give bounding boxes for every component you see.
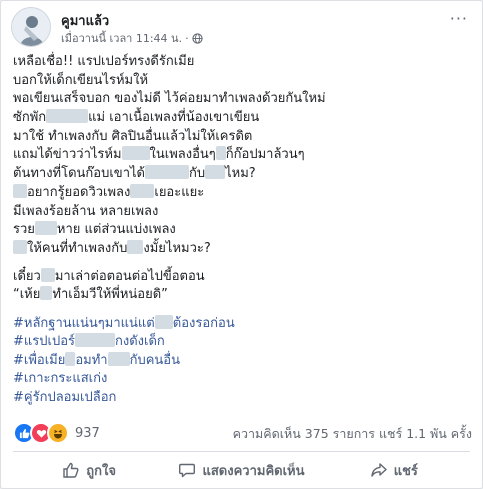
blurred-text — [154, 314, 173, 329]
more-options-button[interactable]: ··· — [450, 9, 468, 28]
blurred-text — [130, 183, 155, 198]
text-segment: แม่ เอาเนื้อเพลงที่น้องเขาเขียน — [88, 110, 260, 126]
blurred-text — [144, 165, 189, 180]
blurred-text — [205, 165, 226, 180]
post-line: พอเขียนเสร็จบอก ของไม่ดี ไว้ค่อยมาทำเพลง… — [13, 90, 473, 109]
text-segment: กับ — [188, 166, 206, 182]
text-segment: มาเล่าต่อตอนต่อไปขี้อตอน — [54, 268, 205, 284]
text-segment: แถมได้ข่าวว่าไรห์ม — [13, 147, 122, 163]
blurred-text — [65, 351, 76, 366]
text-segment: ต้องรอก่อน — [172, 315, 235, 331]
text-segment: อมทำ — [75, 352, 108, 368]
post-line: มีเพลงร้อยล้าน หลายเพลง — [13, 203, 473, 222]
post-timestamp[interactable]: เมื่อวานนี้ เวลา 11:44 น. — [61, 29, 182, 47]
like-button[interactable]: ถูกใจ — [13, 453, 165, 487]
text-segment: บอกให้เด็กเขียนไรห์มให้ — [13, 72, 149, 88]
text-segment: มีเพลงร้อยล้าน หลายเพลง — [13, 203, 159, 219]
post-line: เดี๋ยว มาเล่าต่อตอนต่อไปขี้อตอน — [13, 267, 473, 287]
comments-shares-count[interactable]: ความคิดเห็น 375 รายการ แชร์ 1.1 พัน ครั้… — [233, 424, 472, 444]
post-header: คูมาแล้ว เมื่อวานนี้ เวลา 11:44 น. · ··· — [11, 7, 472, 47]
thumbs-up-icon — [63, 462, 79, 478]
post-stats: 937 ความคิดเห็น 375 รายการ แชร์ 1.1 พัน … — [13, 422, 472, 444]
post-line: รวย หาย แต่ส่วนแบ่งเพลง — [13, 221, 473, 240]
post-line: มาใช้ ทำเพลงกับ ศิลปินอื่นแล้วไม่ให้เครด… — [13, 128, 473, 147]
post-card: คูมาแล้ว เมื่อวานนี้ เวลา 11:44 น. · ···… — [0, 0, 483, 489]
text-segment: ไหม? — [225, 166, 256, 182]
text-segment: “เห้ย — [13, 287, 41, 303]
hashtag-link[interactable]: #หลักฐานแน่นๆมาแน่แต่ ต้องรอก่อน — [13, 314, 473, 334]
text-segment: ให้คนที่ทำเพลงกับ — [27, 240, 128, 256]
avatar-illustration-icon — [12, 8, 50, 46]
blurred-text — [40, 286, 53, 301]
post-line: ต้นทางที่โดนก๊อบเขาได้ กับ ไหม? — [13, 165, 473, 184]
text-segment: #เพื่อเมีย — [13, 352, 66, 368]
text-segment: #เกาะกระแสเก่ง — [13, 371, 108, 387]
blurred-text — [46, 109, 89, 124]
like-label: ถูกใจ — [86, 463, 117, 479]
text-segment: รวย — [13, 222, 35, 238]
post-meta: เมื่อวานนี้ เวลา 11:44 น. · — [61, 29, 203, 47]
comment-button[interactable]: แสดงความคิดเห็น — [165, 453, 317, 487]
meta-dot: · — [185, 31, 189, 45]
blurred-text — [107, 351, 130, 366]
blurred-text — [75, 333, 115, 348]
blurred-text — [40, 267, 55, 282]
blurred-text — [13, 239, 27, 254]
author-name[interactable]: คูมาแล้ว — [61, 10, 109, 31]
text-segment: งมั้ยไหมวะ? — [143, 240, 211, 256]
blurred-text — [121, 146, 150, 161]
blurred-text — [215, 146, 226, 161]
blurred-text — [13, 183, 27, 198]
text-segment: ทำเอ็มวีให้พี่หน่อยดิ” — [52, 287, 168, 303]
hashtag-list: #หลักฐานแน่นๆมาแน่แต่ ต้องรอก่อน #แรปเปอร… — [13, 314, 473, 408]
blurred-text — [127, 239, 144, 254]
hashtag-link[interactable]: #เกาะกระแสเก่ง — [13, 370, 473, 389]
hashtag-link[interactable]: #คู่รักปลอมเปลือก — [13, 389, 473, 408]
post-text: เหลือเชื่อ!! แรปเปอร์ทรงดีรักเมีย บอกให้… — [13, 53, 473, 407]
text-segment: #หลักฐานแน่นๆมาแน่แต่ — [13, 315, 155, 331]
text-segment: มาใช้ ทำเพลงกับ ศิลปินอื่นแล้วไม่ให้เครด… — [13, 128, 253, 144]
share-arrow-icon — [371, 463, 387, 477]
reaction-summary[interactable]: 937 — [13, 422, 100, 444]
haha-reaction-icon — [47, 422, 69, 444]
text-segment: กับคนอื่น — [129, 352, 180, 368]
post-line: “เห้ย ทำเอ็มวีให้พี่หน่อยดิ” — [13, 286, 473, 305]
text-segment: ในเพลงอื่นๆ — [149, 147, 216, 163]
divider — [13, 451, 470, 452]
share-label: แชร์ — [393, 463, 418, 479]
text-segment: หาย แต่ส่วนแบ่งเพลง — [56, 222, 176, 238]
action-bar: ถูกใจ แสดงความคิดเห็น แชร์ — [13, 453, 470, 487]
post-line: ให้คนที่ทำเพลงกับ งมั้ยไหมวะ? — [13, 239, 473, 259]
globe-icon — [191, 32, 203, 44]
comment-label: แสดงความคิดเห็น — [202, 463, 305, 479]
text-segment: ต้นทางที่โดนก๊อบเขาได้ — [13, 166, 145, 182]
post-line: อยากรู้ยอดวิวเพลง เยอะแยะ — [13, 183, 473, 203]
reaction-count: 937 — [75, 425, 100, 441]
post-line: ซักพัก แม่ เอาเนื้อเพลงที่น้องเขาเขียน — [13, 109, 473, 128]
text-segment: ก็ก๊อปมาล้วนๆ — [225, 147, 305, 163]
text-segment: อยากรู้ยอดวิวเพลง — [27, 184, 131, 200]
text-segment: ซักพัก — [13, 110, 47, 126]
share-button[interactable]: แชร์ — [318, 453, 470, 487]
blurred-text — [34, 221, 57, 236]
post-line: แถมได้ข่าวว่าไรห์ม ในเพลงอื่นๆ ก็ก๊อปมาล้ว… — [13, 146, 473, 165]
text-segment: กงดังเด็ก — [115, 334, 165, 350]
comment-bubble-icon — [179, 463, 196, 478]
avatar[interactable] — [11, 7, 51, 47]
text-segment: #แรปเปอร์ — [13, 334, 75, 350]
post-line: เหลือเชื่อ!! แรปเปอร์ทรงดีรักเมีย — [13, 53, 473, 72]
hashtag-link[interactable]: #แรปเปอร์ กงดังเด็ก — [13, 333, 473, 352]
text-segment: #คู่รักปลอมเปลือก — [13, 389, 117, 405]
text-segment: พอเขียนเสร็จบอก ของไม่ดี ไว้ค่อยมาทำเพลง… — [13, 91, 326, 107]
text-segment: เดี๋ยว — [13, 268, 41, 284]
text-segment: เยอะแยะ — [154, 184, 205, 200]
text-segment: เหลือเชื่อ!! แรปเปอร์ทรงดีรักเมีย — [13, 54, 195, 69]
post-line: บอกให้เด็กเขียนไรห์มให้ — [13, 72, 473, 91]
hashtag-link[interactable]: #เพื่อเมีย อมทำ กับคนอื่น — [13, 351, 473, 371]
